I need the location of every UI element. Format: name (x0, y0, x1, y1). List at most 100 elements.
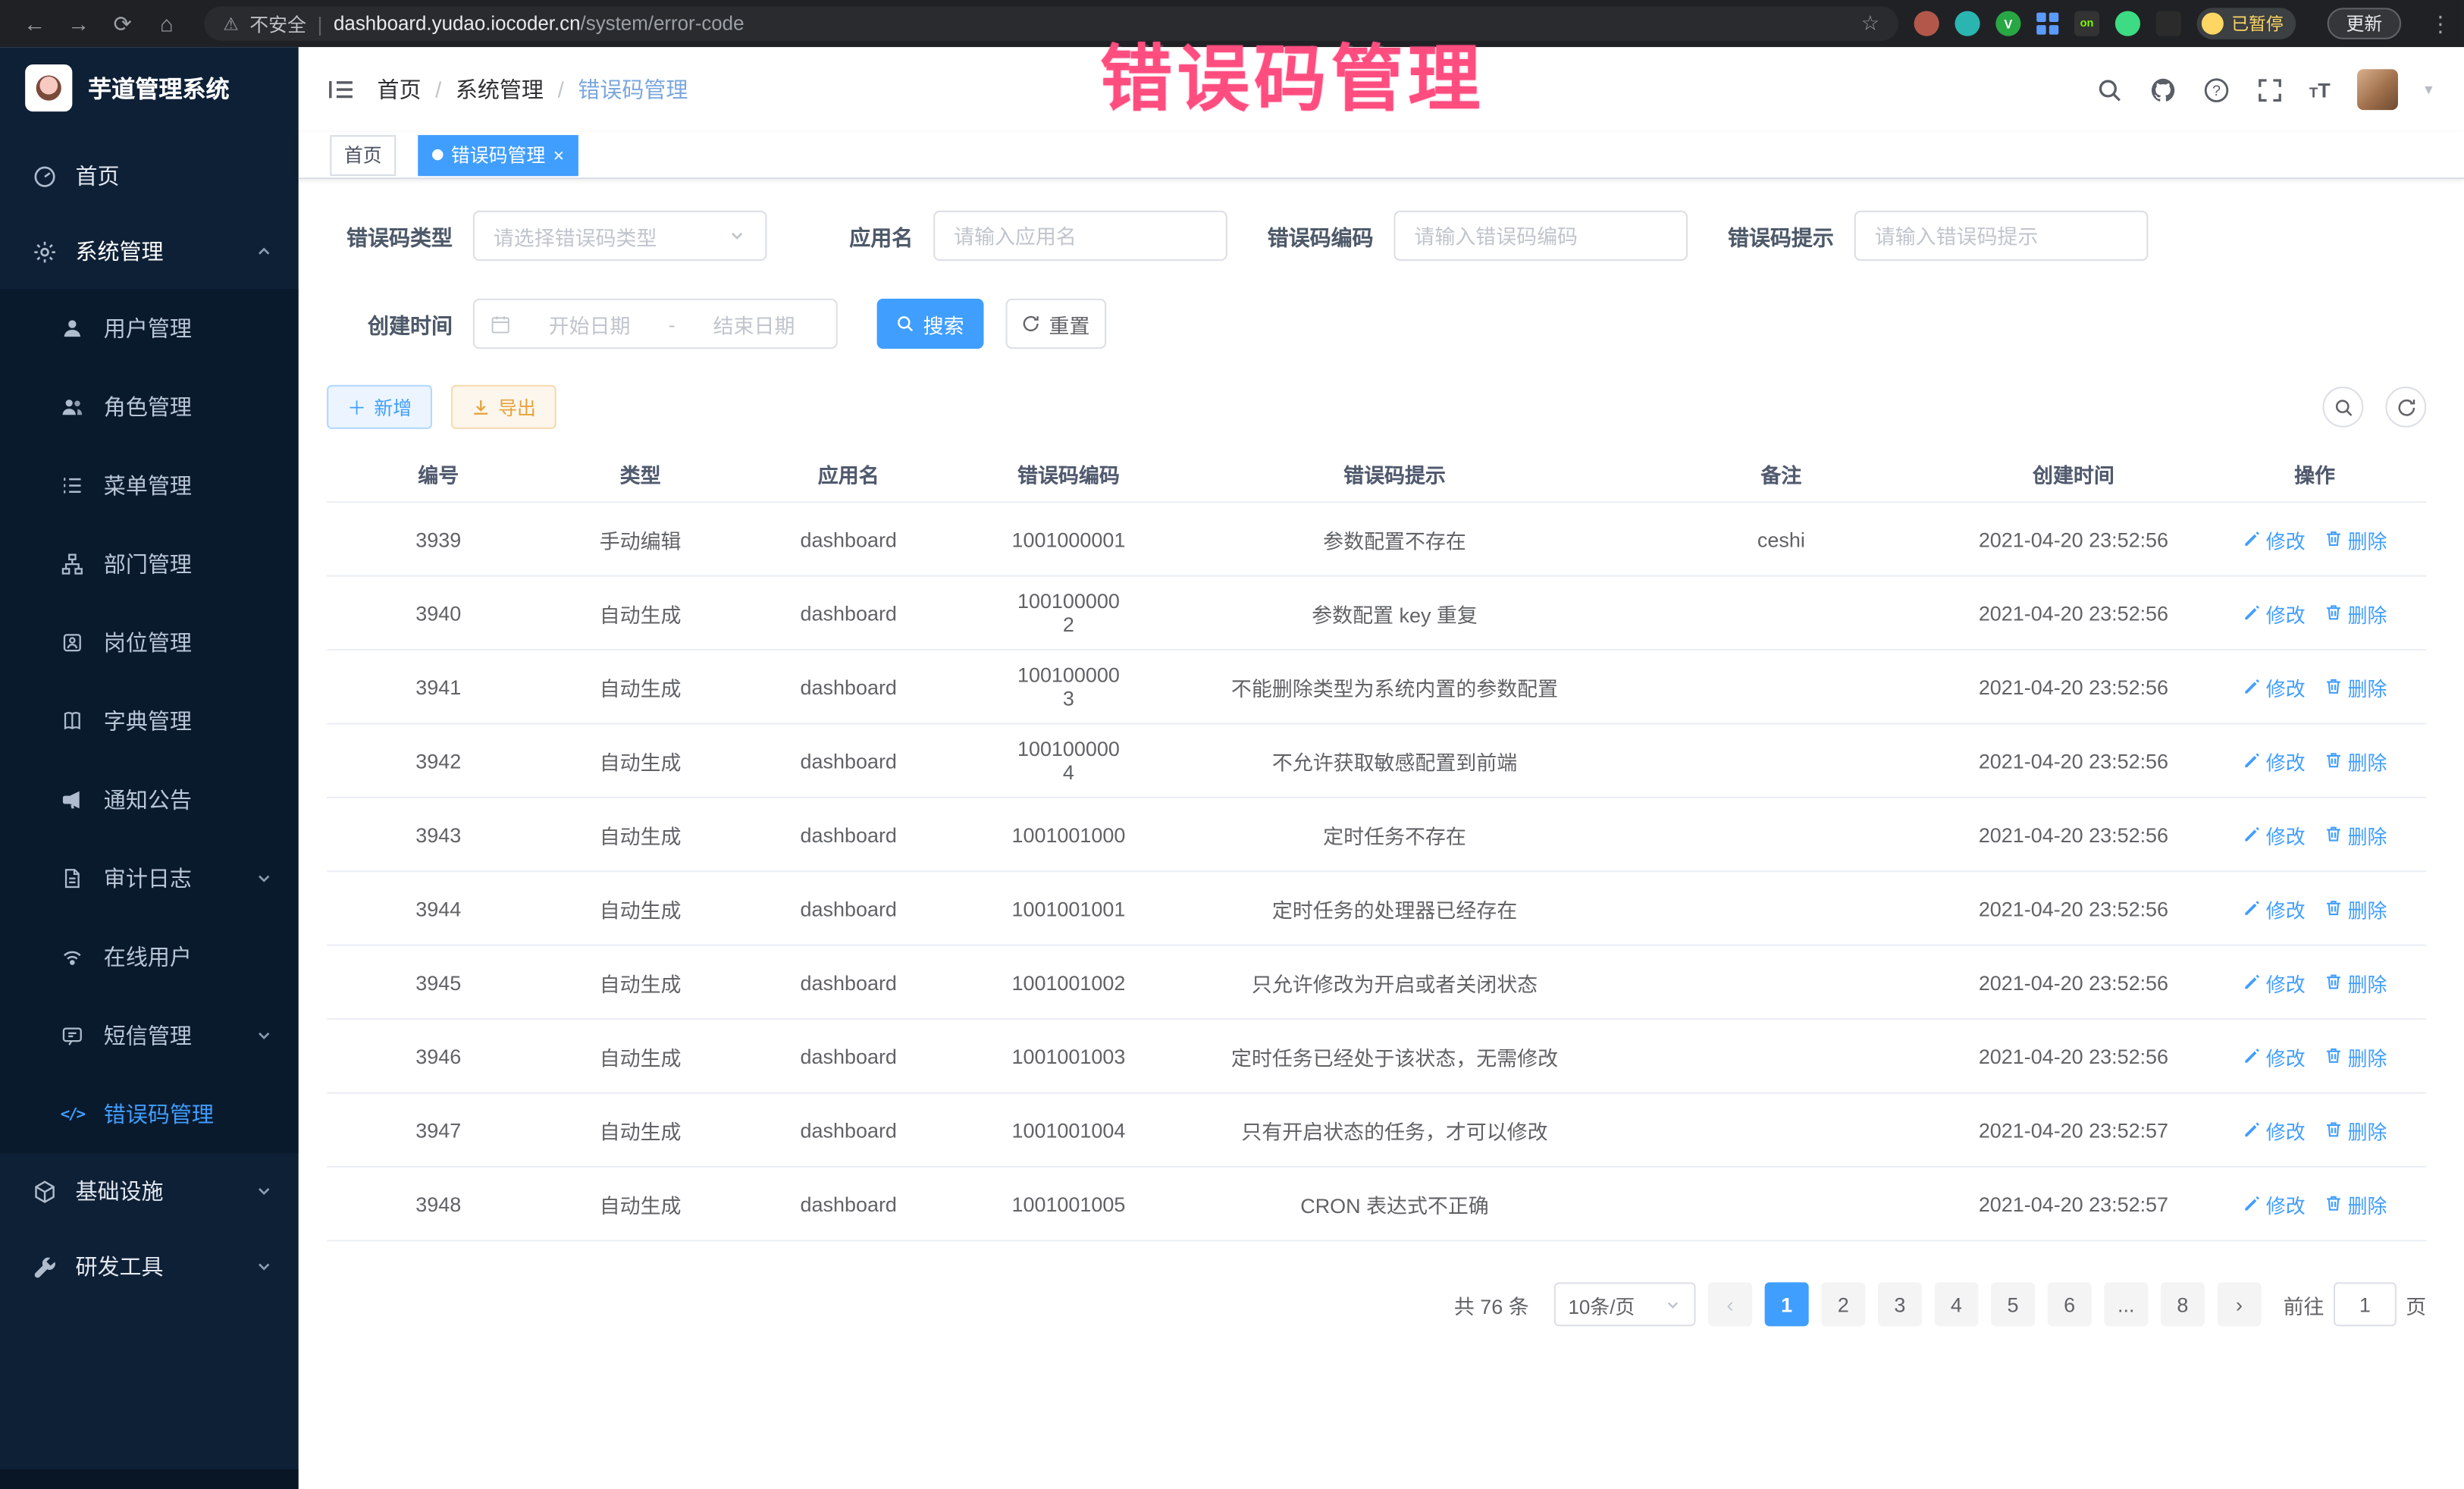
page-button[interactable]: 5 (1991, 1282, 2035, 1326)
edit-link[interactable]: 修改 (2243, 524, 2306, 553)
chevron-down-icon (255, 1026, 274, 1045)
caret-down-icon[interactable]: ▾ (2425, 81, 2432, 99)
cell-actions: 修改 删除 (2203, 884, 2426, 933)
next-page-button[interactable]: › (2218, 1282, 2262, 1326)
cell-app: dashboard (731, 961, 967, 1003)
cell-actions: 修改 删除 (2203, 810, 2426, 858)
sidebar-item-menus[interactable]: 菜单管理 (0, 447, 299, 525)
hamburger-icon[interactable] (327, 75, 355, 103)
edit-link[interactable]: 修改 (2243, 967, 2306, 997)
error-type-select[interactable]: 请选择错误码类型 (473, 211, 767, 261)
font-size-icon[interactable]: TT (2309, 78, 2331, 102)
edit-link[interactable]: 修改 (2243, 820, 2306, 849)
profile-chip[interactable]: 已暂停 (2197, 8, 2296, 39)
github-icon[interactable] (2149, 77, 2175, 103)
sidebar-item-notice[interactable]: 通知公告 (0, 760, 299, 839)
sidebar-item-devtools[interactable]: 研发工具 (0, 1229, 299, 1304)
tab-error-code[interactable]: 错误码管理 × (418, 134, 578, 175)
bookmark-star-icon[interactable]: ☆ (1861, 11, 1879, 36)
page-url: dashboard.yudao.iocoder.cn/system/error-… (334, 13, 1850, 35)
sidebar-item-infra[interactable]: 基础设施 (0, 1153, 299, 1228)
add-button[interactable]: ＋ 新增 (327, 385, 432, 429)
page-button[interactable]: 3 (1878, 1282, 1922, 1326)
edit-link[interactable]: 修改 (2243, 1189, 2306, 1218)
extension-icon-puzzle[interactable] (2156, 11, 2181, 36)
sidebar-item-system[interactable]: 系统管理 (0, 214, 299, 289)
page-size-select[interactable]: 10条/页 (1554, 1282, 1696, 1326)
sidebar-item-roles[interactable]: 角色管理 (0, 368, 299, 447)
tab-home[interactable]: 首页 (330, 134, 396, 175)
show-search-button[interactable] (2322, 387, 2363, 428)
gear-icon (31, 239, 56, 264)
delete-link[interactable]: 删除 (2324, 745, 2387, 775)
delete-link[interactable]: 删除 (2324, 1115, 2387, 1145)
breadcrumb-current: 错误码管理 (578, 74, 688, 105)
cell-memo (1619, 1046, 1944, 1065)
reload-icon[interactable]: ⟳ (101, 10, 145, 36)
edit-link[interactable]: 修改 (2243, 1115, 2306, 1145)
page-button[interactable]: 1 (1765, 1282, 1809, 1326)
delete-link[interactable]: 删除 (2324, 598, 2387, 628)
reset-button[interactable]: 重置 (1006, 299, 1107, 349)
sidebar-item-posts[interactable]: 岗位管理 (0, 603, 299, 682)
sidebar-item-users[interactable]: 用户管理 (0, 289, 299, 368)
page-button[interactable]: 4 (1934, 1282, 1978, 1326)
edit-link[interactable]: 修改 (2243, 672, 2306, 701)
browser-menu-icon[interactable]: ⋮ (2429, 10, 2451, 36)
delete-link[interactable]: 删除 (2324, 1189, 2387, 1218)
cell-id: 3943 (327, 813, 550, 856)
delete-link[interactable]: 删除 (2324, 893, 2387, 923)
page-button[interactable]: 2 (1821, 1282, 1865, 1326)
breadcrumb-home[interactable]: 首页 (377, 74, 421, 105)
prev-page-button[interactable]: ‹ (1708, 1282, 1752, 1326)
edit-link[interactable]: 修改 (2243, 1041, 2306, 1071)
extension-icon-on[interactable]: on (2074, 11, 2099, 36)
search-button[interactable]: 搜索 (877, 299, 984, 349)
sidebar-item-home[interactable]: 首页 (0, 138, 299, 213)
close-icon[interactable]: × (553, 146, 565, 165)
edit-link[interactable]: 修改 (2243, 745, 2306, 775)
app-name-input[interactable] (933, 211, 1227, 261)
extension-icon-blue-grid[interactable] (2036, 13, 2058, 35)
edit-link[interactable]: 修改 (2243, 893, 2306, 923)
page-button[interactable]: 6 (2048, 1282, 2092, 1326)
sidebar-item-sms[interactable]: 短信管理 (0, 996, 299, 1075)
extension-icon-red[interactable] (1914, 11, 1939, 36)
cell-id: 3941 (327, 666, 550, 708)
sidebar-item-error-code[interactable]: </> 错误码管理 (0, 1075, 299, 1154)
page-button[interactable]: 8 (2161, 1282, 2205, 1326)
delete-link[interactable]: 删除 (2324, 967, 2387, 997)
breadcrumb-system[interactable]: 系统管理 (456, 74, 544, 105)
goto-page-input[interactable] (2334, 1282, 2397, 1326)
error-code-input[interactable] (1393, 211, 1688, 261)
user-avatar[interactable] (2357, 69, 2398, 110)
sidebar-item-depts[interactable]: 部门管理 (0, 525, 299, 603)
extension-icon-green-v[interactable]: V (1995, 11, 2020, 36)
delete-link[interactable]: 删除 (2324, 672, 2387, 701)
sidebar-item-dict[interactable]: 字典管理 (0, 682, 299, 761)
forward-icon[interactable]: → (57, 11, 101, 36)
page-button[interactable]: ... (2104, 1282, 2148, 1326)
search-icon[interactable] (2096, 77, 2122, 103)
delete-link[interactable]: 删除 (2324, 524, 2387, 553)
help-icon[interactable]: ? (2202, 77, 2229, 103)
wrench-icon (31, 1254, 56, 1279)
delete-link[interactable]: 删除 (2324, 820, 2387, 849)
cell-type: 自动生成 (550, 1032, 730, 1080)
extension-icon-teal[interactable] (1955, 11, 1980, 36)
sidebar-item-audit-log[interactable]: 审计日志 (0, 839, 299, 918)
export-button[interactable]: 导出 (451, 385, 556, 429)
delete-link[interactable]: 删除 (2324, 1041, 2387, 1071)
home-icon[interactable]: ⌂ (145, 11, 189, 36)
refresh-button[interactable] (2385, 387, 2426, 428)
sidebar-item-online-users[interactable]: 在线用户 (0, 917, 299, 996)
address-bar[interactable]: ⚠ 不安全 | dashboard.yudao.iocoder.cn/syste… (204, 6, 1898, 41)
edit-link[interactable]: 修改 (2243, 598, 2306, 628)
date-range-input[interactable]: 开始日期 - 结束日期 (473, 299, 838, 349)
extension-icon-green[interactable] (2115, 11, 2140, 36)
back-icon[interactable]: ← (13, 11, 57, 36)
fullscreen-icon[interactable] (2256, 77, 2282, 103)
error-hint-input[interactable] (1854, 211, 2149, 261)
browser-update-button[interactable]: 更新 (2328, 8, 2401, 39)
cell-code: 1001001000 (967, 813, 1171, 856)
